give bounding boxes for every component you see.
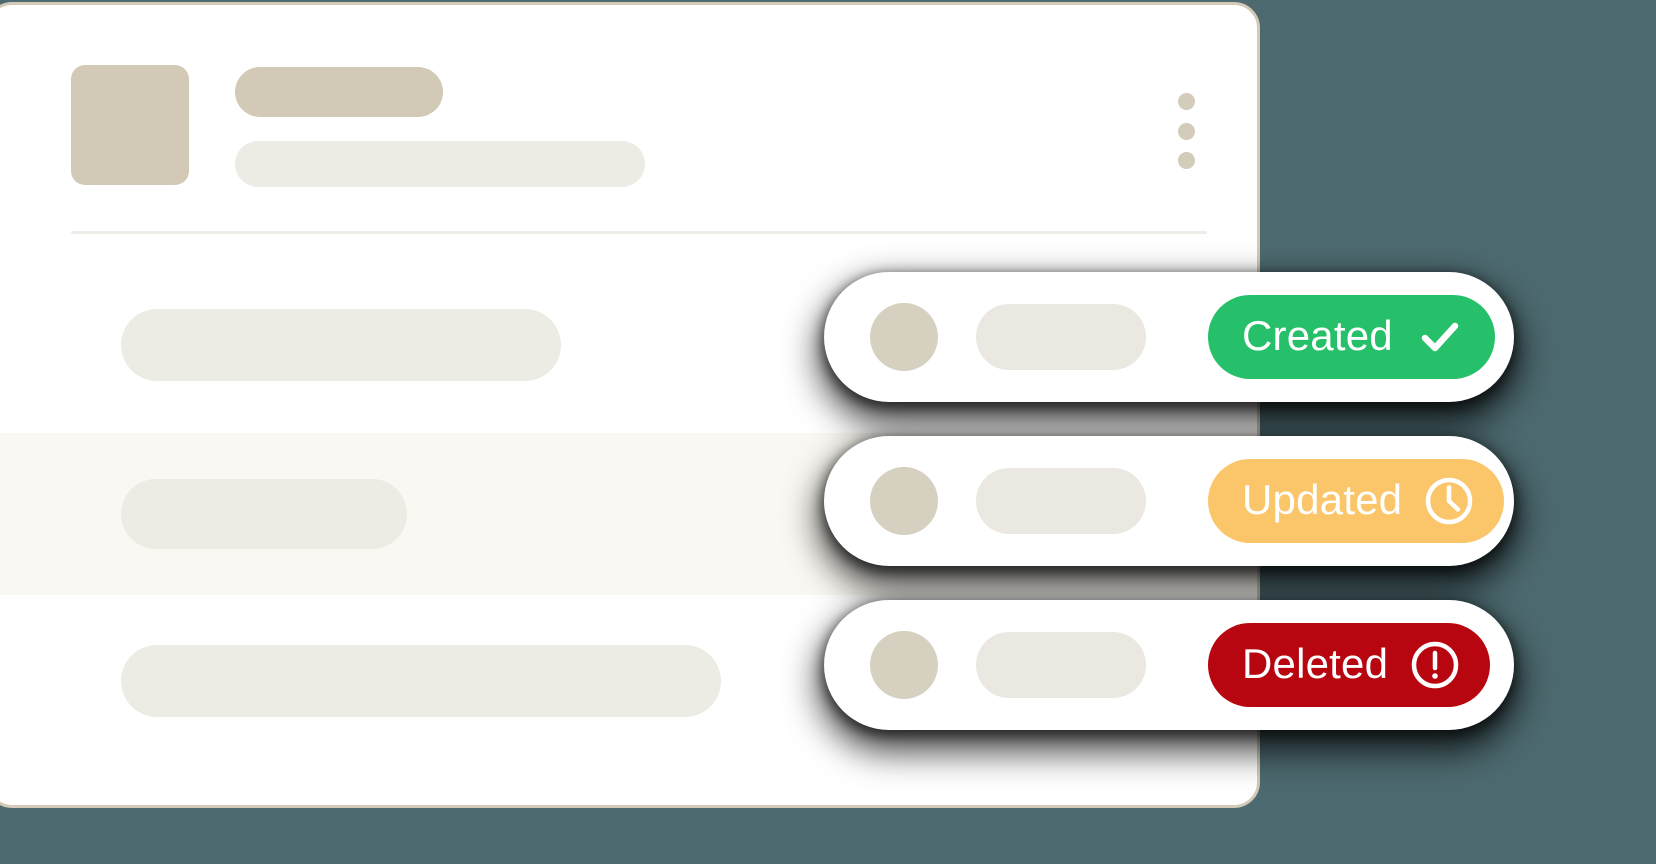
status-badge-label: Created (1242, 311, 1393, 359)
row-content-placeholder (121, 309, 561, 381)
subtitle-placeholder (235, 141, 645, 187)
row-content-placeholder (121, 479, 407, 549)
avatar (870, 467, 938, 535)
kebab-dot-2 (1177, 122, 1195, 140)
card-header (0, 5, 1257, 234)
clock-icon (1424, 476, 1474, 526)
page-title-placeholder (235, 67, 443, 117)
screenshot-stage: Created Updated Deleted (0, 0, 1656, 864)
avatar (870, 303, 938, 371)
status-badge-label: Updated (1242, 475, 1403, 523)
avatar (870, 631, 938, 699)
kebab-dot-1 (1177, 93, 1195, 110)
status-badge[interactable]: Created (1208, 295, 1495, 379)
status-badge-label: Deleted (1242, 639, 1389, 687)
status-card-updated[interactable]: Updated (824, 436, 1514, 566)
status-card-deleted[interactable]: Deleted (824, 600, 1514, 730)
status-badge[interactable]: Updated (1208, 459, 1505, 543)
row-content-placeholder (121, 645, 721, 717)
exclamation-circle-icon (1410, 640, 1460, 690)
status-card-created[interactable]: Created (824, 272, 1514, 402)
row-content-placeholder (976, 468, 1146, 534)
kebab-dot-3 (1177, 152, 1195, 169)
check-icon (1415, 312, 1465, 362)
row-content-placeholder (976, 304, 1146, 370)
row-content-placeholder (976, 632, 1146, 698)
status-badge[interactable]: Deleted (1208, 623, 1491, 707)
avatar (71, 65, 189, 185)
kebab-menu-button[interactable] (1177, 93, 1195, 169)
